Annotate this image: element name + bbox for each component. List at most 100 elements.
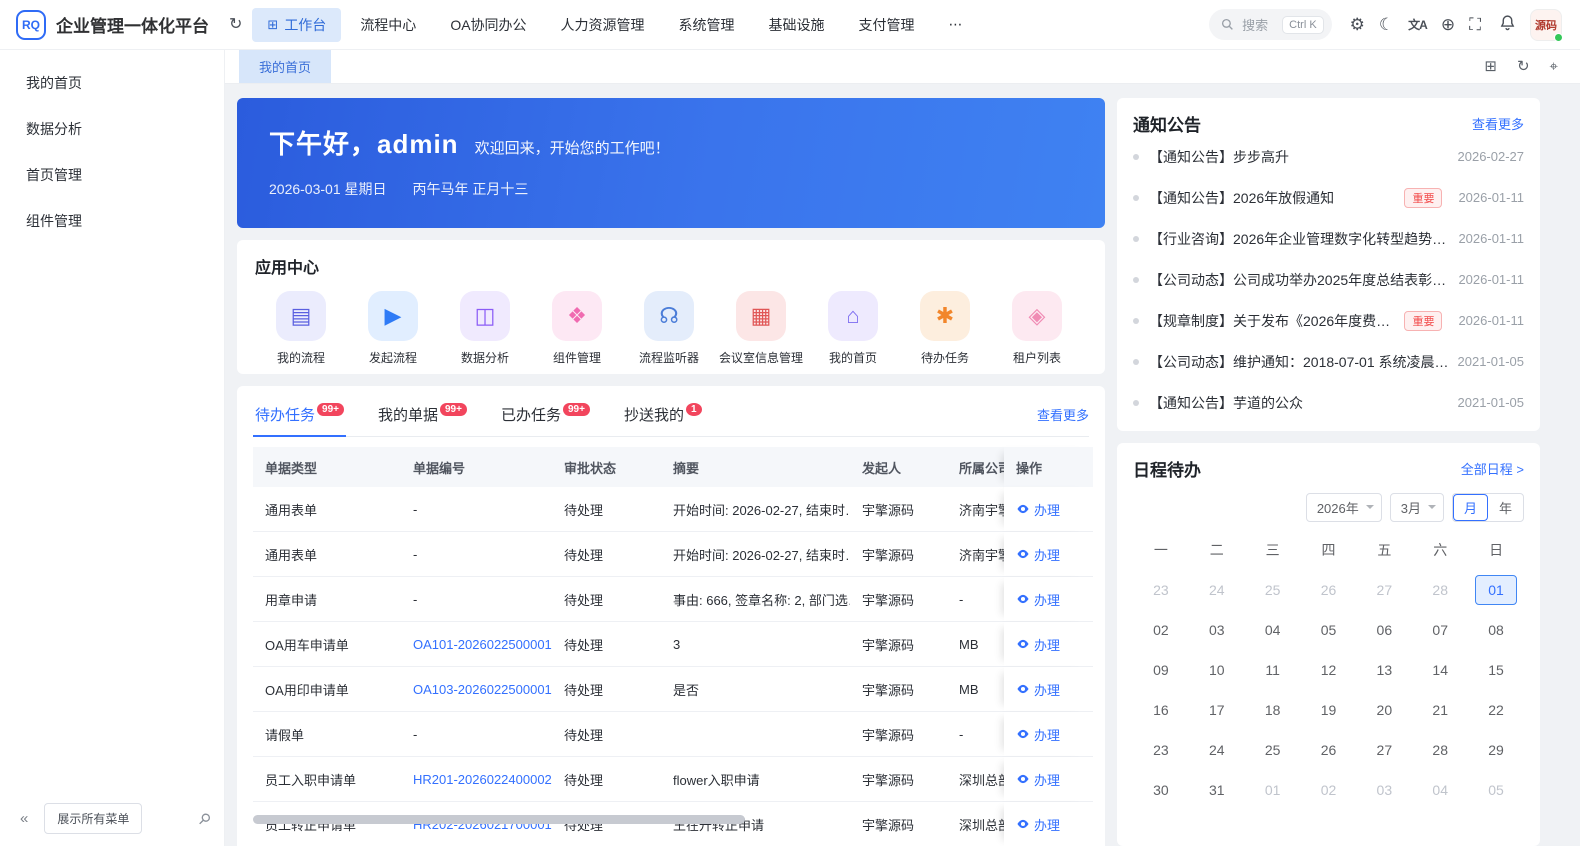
- calendar-day[interactable]: 18: [1245, 690, 1301, 730]
- nav-item-3[interactable]: 人力资源管理: [546, 8, 660, 42]
- handle-button[interactable]: 办理: [1016, 500, 1060, 519]
- notice-item-0[interactable]: 【通知公告】步步高升 2026-02-27: [1133, 136, 1524, 177]
- nav-item-6[interactable]: 支付管理: [844, 8, 930, 42]
- pin-icon[interactable]: ⚲: [194, 808, 215, 829]
- app-tenant-list[interactable]: ◈ 租户列表: [991, 291, 1083, 366]
- collapse-sidebar-icon[interactable]: «: [14, 808, 34, 829]
- calendar-day[interactable]: 11: [1245, 650, 1301, 690]
- notice-item-4[interactable]: 【规章制度】关于发布《2026年度费… 重要 2026-01-11: [1133, 300, 1524, 341]
- calendar-day[interactable]: 19: [1301, 690, 1357, 730]
- user-avatar[interactable]: 源码: [1530, 8, 1563, 42]
- calendar-day[interactable]: 02: [1133, 610, 1189, 650]
- calendar-day[interactable]: 14: [1412, 650, 1468, 690]
- scan-icon[interactable]: ⌖: [1546, 55, 1562, 78]
- sidebar-item-2[interactable]: 首页管理: [0, 152, 224, 198]
- tasks-tab-0[interactable]: 待办任务 99+: [253, 392, 346, 437]
- calendar-day[interactable]: 07: [1412, 610, 1468, 650]
- calendar-day[interactable]: 31: [1189, 770, 1245, 810]
- calendar-day[interactable]: 24: [1189, 570, 1245, 610]
- nav-item-5[interactable]: 基础设施: [754, 8, 840, 42]
- dark-mode-icon[interactable]: ☾: [1375, 12, 1398, 37]
- app-logo[interactable]: RQ: [16, 9, 46, 40]
- calendar-day[interactable]: 09: [1133, 650, 1189, 690]
- calendar-day[interactable]: 15: [1468, 650, 1524, 690]
- calendar-day[interactable]: 25: [1245, 730, 1301, 770]
- view-month-button[interactable]: 月: [1452, 494, 1488, 521]
- globe-icon[interactable]: ⊕: [1437, 12, 1459, 37]
- calendar-day[interactable]: 27: [1356, 730, 1412, 770]
- calendar-day[interactable]: 23: [1133, 730, 1189, 770]
- tasks-tab-3[interactable]: 抄送我的 1: [622, 392, 704, 437]
- app-my-process[interactable]: ▤ 我的流程: [255, 291, 347, 366]
- sidebar-item-3[interactable]: 组件管理: [0, 198, 224, 244]
- notice-item-6[interactable]: 【通知公告】芋道的公众 2021-01-05: [1133, 382, 1524, 423]
- calendar-day[interactable]: 20: [1356, 690, 1412, 730]
- notice-item-2[interactable]: 【行业咨询】2026年企业管理数字化转型趋势… 2026-01-11: [1133, 218, 1524, 259]
- translate-icon[interactable]: 文A: [1404, 15, 1431, 35]
- calendar-day[interactable]: 21: [1412, 690, 1468, 730]
- notice-item-5[interactable]: 【公司动态】维护通知：2018-07-01 系统凌晨… 2021-01-05: [1133, 341, 1524, 382]
- calendar-day[interactable]: 04: [1412, 770, 1468, 810]
- calendar-day[interactable]: 01: [1468, 570, 1524, 610]
- month-select[interactable]: 3月: [1389, 493, 1444, 522]
- doc-no-link[interactable]: OA103-2026022500001: [401, 682, 552, 697]
- calendar-day[interactable]: 28: [1412, 570, 1468, 610]
- calendar-day[interactable]: 27: [1356, 570, 1412, 610]
- calendar-day[interactable]: 10: [1189, 650, 1245, 690]
- calendar-day[interactable]: 05: [1301, 610, 1357, 650]
- tasks-more-link[interactable]: 查看更多: [1037, 405, 1089, 424]
- sidebar-item-0[interactable]: 我的首页: [0, 60, 224, 106]
- calendar-day[interactable]: 26: [1301, 730, 1357, 770]
- notice-item-1[interactable]: 【通知公告】2026年放假通知 重要 2026-01-11: [1133, 177, 1524, 218]
- calendar-day[interactable]: 29: [1468, 730, 1524, 770]
- doc-no-link[interactable]: OA101-2026022500001: [401, 637, 552, 652]
- handle-button[interactable]: 办理: [1016, 545, 1060, 564]
- nav-item-7[interactable]: ⋯: [934, 9, 978, 40]
- calendar-day[interactable]: 01: [1245, 770, 1301, 810]
- calendar-day[interactable]: 02: [1301, 770, 1357, 810]
- refresh-icon[interactable]: ↻: [225, 13, 246, 37]
- calendar-day[interactable]: 06: [1356, 610, 1412, 650]
- calendar-day[interactable]: 03: [1189, 610, 1245, 650]
- calendar-day[interactable]: 16: [1133, 690, 1189, 730]
- nav-item-2[interactable]: OA协同办公: [435, 8, 541, 42]
- bell-icon[interactable]: [1495, 10, 1520, 39]
- calendar-day[interactable]: 28: [1412, 730, 1468, 770]
- calendar-day[interactable]: 08: [1468, 610, 1524, 650]
- fullscreen-icon[interactable]: ⛶: [1465, 12, 1485, 37]
- calendar-day[interactable]: 17: [1189, 690, 1245, 730]
- app-my-home[interactable]: ⌂ 我的首页: [807, 291, 899, 366]
- settings-icon[interactable]: ⚙: [1346, 12, 1369, 37]
- calendar-day[interactable]: 04: [1245, 610, 1301, 650]
- notice-item-3[interactable]: 【公司动态】公司成功举办2025年度总结表彰… 2026-01-11: [1133, 259, 1524, 300]
- calendar-day[interactable]: 23: [1133, 570, 1189, 610]
- grid-icon[interactable]: ⊞: [1480, 55, 1501, 78]
- refresh-icon[interactable]: ↻: [1513, 55, 1534, 78]
- calendar-day[interactable]: 25: [1245, 570, 1301, 610]
- nav-item-0[interactable]: ⊞ 工作台: [252, 7, 342, 42]
- sidebar-item-1[interactable]: 数据分析: [0, 106, 224, 152]
- app-meeting-room-info[interactable]: ▦ 会议室信息管理: [715, 291, 807, 366]
- calendar-day[interactable]: 22: [1468, 690, 1524, 730]
- year-select[interactable]: 2026年: [1305, 493, 1382, 522]
- calendar-day[interactable]: 12: [1301, 650, 1357, 690]
- show-all-menu-button[interactable]: 展示所有菜单: [44, 803, 143, 834]
- page-tab-my-home[interactable]: 我的首页: [239, 50, 332, 83]
- schedule-more-link[interactable]: 全部日程 >: [1461, 459, 1524, 478]
- handle-button[interactable]: 办理: [1016, 725, 1060, 744]
- horizontal-scrollbar[interactable]: [253, 815, 745, 824]
- app-data-analysis[interactable]: ◫ 数据分析: [439, 291, 531, 366]
- notices-more-link[interactable]: 查看更多: [1472, 114, 1524, 133]
- handle-button[interactable]: 办理: [1016, 680, 1060, 699]
- calendar-day[interactable]: 05: [1468, 770, 1524, 810]
- calendar-day[interactable]: 13: [1356, 650, 1412, 690]
- handle-button[interactable]: 办理: [1016, 590, 1060, 609]
- handle-button[interactable]: 办理: [1016, 770, 1060, 789]
- app-todo-task[interactable]: ✱ 待办任务: [899, 291, 991, 366]
- calendar-day[interactable]: 03: [1356, 770, 1412, 810]
- nav-item-4[interactable]: 系统管理: [664, 8, 750, 42]
- calendar-day[interactable]: 24: [1189, 730, 1245, 770]
- nav-item-1[interactable]: 流程中心: [345, 8, 431, 42]
- global-search[interactable]: 搜索 Ctrl K: [1209, 9, 1332, 40]
- app-start-process[interactable]: ▶ 发起流程: [347, 291, 439, 366]
